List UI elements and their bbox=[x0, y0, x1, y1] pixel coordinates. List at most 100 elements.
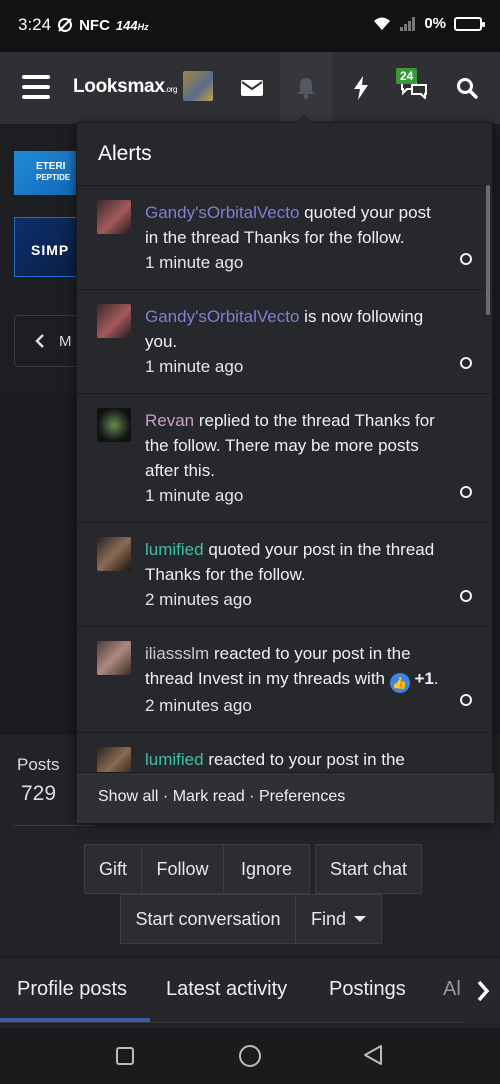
banner1-sub: PEPTIDE bbox=[36, 173, 71, 182]
user-avatar[interactable] bbox=[183, 71, 213, 101]
inbox-button[interactable] bbox=[226, 52, 278, 124]
notification-count-badge: 24 bbox=[396, 68, 418, 84]
gift-button[interactable]: Gift bbox=[84, 844, 142, 894]
battery-icon bbox=[454, 16, 485, 31]
reaction-label: +1 bbox=[414, 669, 434, 688]
tab-latest-activity[interactable]: Latest activity bbox=[166, 978, 287, 1001]
logo-text: Looksmax bbox=[73, 76, 165, 97]
mark-read-toggle[interactable] bbox=[460, 590, 472, 602]
find-dropdown[interactable]: Find bbox=[296, 894, 382, 944]
mark-read-link[interactable]: Mark read bbox=[173, 788, 245, 805]
avatar[interactable] bbox=[97, 747, 131, 772]
banner1-text: ETERI bbox=[36, 161, 66, 172]
avatar[interactable] bbox=[97, 408, 131, 442]
start-conversation-button[interactable]: Start conversation bbox=[120, 894, 296, 944]
back-button-label: M bbox=[59, 332, 72, 350]
refresh-rate-unit: Hz bbox=[137, 21, 149, 32]
alert-username[interactable]: Revan bbox=[145, 411, 194, 430]
chevron-right-icon bbox=[477, 980, 490, 1002]
top-navigation: Looksmax.org bbox=[0, 52, 500, 124]
chevron-left-icon bbox=[35, 334, 44, 348]
recents-icon[interactable] bbox=[116, 1047, 134, 1065]
preferences-link[interactable]: Preferences bbox=[259, 788, 345, 805]
alerts-popup: Alerts Gandy'sOrbitalVecto quoted your p… bbox=[76, 114, 494, 823]
search-icon bbox=[457, 78, 478, 99]
whats-new-button[interactable] bbox=[335, 52, 387, 124]
thumbs-up-icon: 👍 bbox=[389, 673, 410, 693]
wifi-icon bbox=[374, 17, 391, 30]
alert-username[interactable]: Gandy'sOrbitalVecto bbox=[145, 307, 299, 326]
alert-item[interactable]: Revan replied to the thread Thanks for t… bbox=[77, 394, 494, 523]
alert-username[interactable]: lumified bbox=[145, 750, 204, 769]
start-chat-button[interactable]: Start chat bbox=[315, 844, 422, 894]
avatar[interactable] bbox=[97, 641, 131, 675]
alert-item[interactable]: iliassslm reacted to your post in the th… bbox=[77, 627, 494, 733]
status-left: 3:24 NFC 144Hz bbox=[18, 15, 149, 35]
alerts-footer: Show all · Mark read · Preferences bbox=[77, 772, 494, 823]
alert-item[interactable]: Gandy'sOrbitalVecto quoted your post in … bbox=[77, 186, 494, 290]
alert-time: 2 minutes ago bbox=[145, 590, 252, 609]
battery-percent: 0% bbox=[424, 15, 446, 32]
avatar[interactable] bbox=[97, 537, 131, 571]
conversations-button[interactable] bbox=[388, 52, 440, 124]
posts-label: Posts bbox=[17, 755, 60, 774]
lightning-icon bbox=[354, 76, 368, 100]
refresh-rate: 144Hz bbox=[116, 18, 149, 33]
refresh-rate-value: 144 bbox=[115, 17, 138, 33]
alert-text-end: . bbox=[433, 669, 439, 688]
banner2-text: SIMP bbox=[31, 242, 70, 258]
alert-time: 1 minute ago bbox=[145, 253, 244, 272]
back-button[interactable]: M bbox=[14, 315, 84, 367]
follow-button[interactable]: Follow bbox=[142, 844, 224, 894]
ad-banner-eternal[interactable]: ETERI PEPTIDE bbox=[14, 151, 84, 195]
menu-icon[interactable] bbox=[22, 75, 50, 99]
alert-item[interactable]: lumified quoted your post in the thread … bbox=[77, 523, 494, 627]
footer-separator: · bbox=[158, 788, 173, 805]
tab-postings[interactable]: Postings bbox=[329, 978, 406, 1001]
search-button[interactable] bbox=[441, 52, 493, 124]
signal-icon bbox=[400, 16, 416, 31]
ad-banner-simp[interactable]: SIMP bbox=[14, 217, 84, 277]
system-navigation-bar bbox=[0, 1028, 500, 1084]
alert-username[interactable]: iliassslm bbox=[145, 644, 209, 663]
ignore-button[interactable]: Ignore bbox=[224, 844, 310, 894]
logo-suffix: .org bbox=[164, 85, 178, 94]
mark-read-toggle[interactable] bbox=[460, 694, 472, 706]
show-all-link[interactable]: Show all bbox=[98, 788, 158, 805]
mark-read-toggle[interactable] bbox=[460, 357, 472, 369]
alert-time: 1 minute ago bbox=[145, 357, 244, 376]
avatar[interactable] bbox=[97, 304, 131, 338]
avatar[interactable] bbox=[97, 200, 131, 234]
alerts-scrollbar[interactable] bbox=[486, 185, 490, 315]
tab-about[interactable]: Al bbox=[443, 978, 461, 1001]
envelope-icon bbox=[241, 80, 263, 96]
active-tab-indicator bbox=[0, 1018, 150, 1022]
back-icon[interactable] bbox=[362, 1044, 384, 1066]
alert-item[interactable]: lumified reacted to your post in the thr… bbox=[77, 733, 494, 772]
mark-read-toggle[interactable] bbox=[460, 486, 472, 498]
alert-time: 2 minutes ago bbox=[145, 696, 252, 715]
profile-action-row-2: Start conversation Find bbox=[120, 894, 382, 944]
status-right: 0% bbox=[372, 15, 485, 32]
alert-username[interactable]: Gandy'sOrbitalVecto bbox=[145, 203, 299, 222]
status-time: 3:24 bbox=[18, 15, 52, 34]
nfc-indicator: NFC bbox=[79, 16, 110, 34]
status-bar: 3:24 NFC 144Hz 0% bbox=[0, 0, 500, 52]
tab-profile-posts[interactable]: Profile posts bbox=[17, 978, 127, 1001]
caret-down-icon bbox=[354, 916, 366, 922]
alerts-list[interactable]: Gandy'sOrbitalVecto quoted your post in … bbox=[77, 185, 494, 772]
do-not-disturb-icon bbox=[58, 18, 73, 32]
alert-time: 1 minute ago bbox=[145, 486, 244, 505]
mark-read-toggle[interactable] bbox=[460, 253, 472, 265]
site-logo[interactable]: Looksmax.org bbox=[73, 76, 177, 98]
alert-username[interactable]: lumified bbox=[145, 540, 204, 559]
divider bbox=[14, 825, 94, 826]
profile-action-row-1: Gift Follow Ignore Start chat bbox=[84, 844, 422, 894]
posts-count[interactable]: 729 bbox=[21, 782, 56, 806]
find-label: Find bbox=[310, 908, 346, 929]
tabs-scroll-right-button[interactable] bbox=[466, 959, 500, 1023]
footer-separator: · bbox=[244, 788, 259, 805]
home-icon[interactable] bbox=[239, 1045, 261, 1067]
alert-item[interactable]: Gandy'sOrbitalVecto is now following you… bbox=[77, 290, 494, 394]
alerts-title: Alerts bbox=[98, 142, 152, 165]
